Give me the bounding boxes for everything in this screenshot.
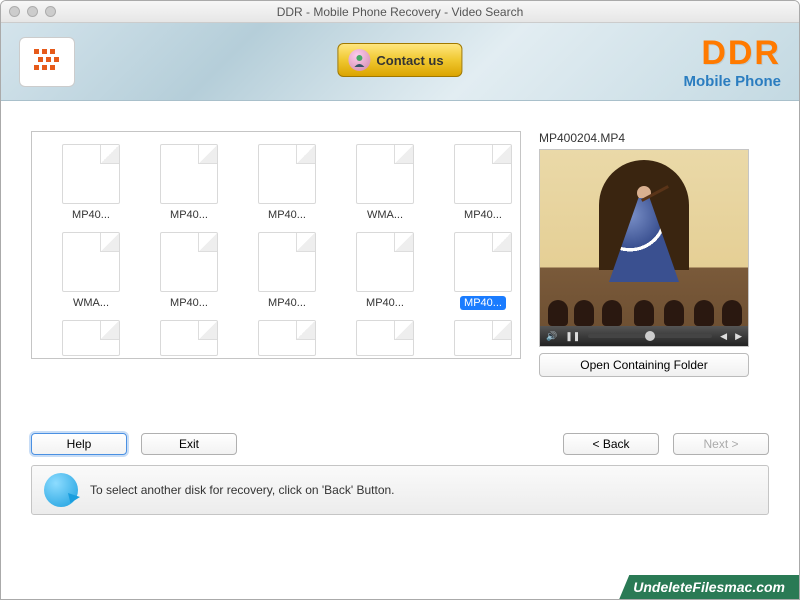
help-button[interactable]: Help [31,433,127,455]
brand-block: DDR Mobile Phone [684,34,782,90]
file-icon [62,320,120,356]
file-item[interactable]: MP40... [246,144,328,222]
person-icon [348,49,370,71]
seek-track[interactable] [588,334,712,338]
file-item[interactable] [148,320,230,356]
file-item[interactable]: MP40... [50,144,132,222]
file-label: MP40... [166,208,212,222]
file-grid: MP40... MP40... MP40... WMA... MP40... W… [50,144,508,356]
file-icon [258,320,316,356]
content-area: MP40... MP40... MP40... WMA... MP40... W… [1,101,799,599]
video-controls[interactable]: 🔊 ❚❚ ◀ ▶ [540,326,748,346]
seek-thumb[interactable] [645,331,655,341]
info-text: To select another disk for recovery, cli… [90,483,395,497]
file-item[interactable]: MP40... [344,232,426,310]
watermark: UndeleteFilesmac.com [619,575,799,599]
file-item[interactable]: MP40... [442,232,521,310]
contact-us-button[interactable]: Contact us [337,43,462,77]
next-icon[interactable]: ▶ [735,331,742,342]
file-icon [258,144,316,204]
file-icon [356,144,414,204]
brand-title: DDR [684,34,782,73]
file-icon [62,144,120,204]
bottom-button-row: Help Exit < Back Next > [31,433,769,455]
volume-icon[interactable]: 🔊 [546,331,557,342]
logo-icon [30,45,64,79]
exit-button[interactable]: Exit [141,433,237,455]
file-item[interactable] [442,320,521,356]
app-logo [19,37,75,87]
preview-filename: MP400204.MP4 [539,131,769,145]
file-item[interactable]: MP40... [246,232,328,310]
file-icon [62,232,120,292]
back-button[interactable]: < Back [563,433,659,455]
brand-subtitle: Mobile Phone [684,73,782,90]
preview-column: MP400204.MP4 🔊 ❚❚ [539,131,769,377]
file-item[interactable] [344,320,426,356]
contact-us-label: Contact us [376,53,443,68]
main-row: MP40... MP40... MP40... WMA... MP40... W… [31,131,769,377]
file-icon [356,232,414,292]
file-icon [454,144,512,204]
pause-icon[interactable]: ❚❚ [565,331,580,342]
file-item[interactable]: MP40... [148,232,230,310]
file-label: MP40... [460,208,506,222]
file-item[interactable] [246,320,328,356]
file-icon [160,320,218,356]
file-icon [454,232,512,292]
file-icon [258,232,316,292]
window-title: DDR - Mobile Phone Recovery - Video Sear… [1,5,799,19]
file-grid-panel[interactable]: MP40... MP40... MP40... WMA... MP40... W… [31,131,521,359]
file-label: MP40... [68,208,114,222]
file-icon [454,320,512,356]
file-icon [160,232,218,292]
file-label: WMA... [69,296,113,310]
file-label: MP40... [460,296,506,310]
file-label: MP40... [264,296,310,310]
file-label: MP40... [166,296,212,310]
prev-icon[interactable]: ◀ [720,331,727,342]
video-preview[interactable]: 🔊 ❚❚ ◀ ▶ [539,149,749,347]
file-label: MP40... [362,296,408,310]
titlebar: DDR - Mobile Phone Recovery - Video Sear… [1,1,799,23]
preview-image [540,150,748,346]
file-item[interactable]: WMA... [50,232,132,310]
file-icon [356,320,414,356]
header-banner: Contact us DDR Mobile Phone [1,23,799,101]
file-label: MP40... [264,208,310,222]
file-label: WMA... [363,208,407,222]
app-window: DDR - Mobile Phone Recovery - Video Sear… [0,0,800,600]
file-icon [160,144,218,204]
next-button: Next > [673,433,769,455]
file-item[interactable]: MP40... [442,144,521,222]
file-item[interactable]: WMA... [344,144,426,222]
chat-bubble-icon [44,473,78,507]
open-containing-folder-button[interactable]: Open Containing Folder [539,353,749,377]
file-item[interactable] [50,320,132,356]
file-item[interactable]: MP40... [148,144,230,222]
info-bar: To select another disk for recovery, cli… [31,465,769,515]
